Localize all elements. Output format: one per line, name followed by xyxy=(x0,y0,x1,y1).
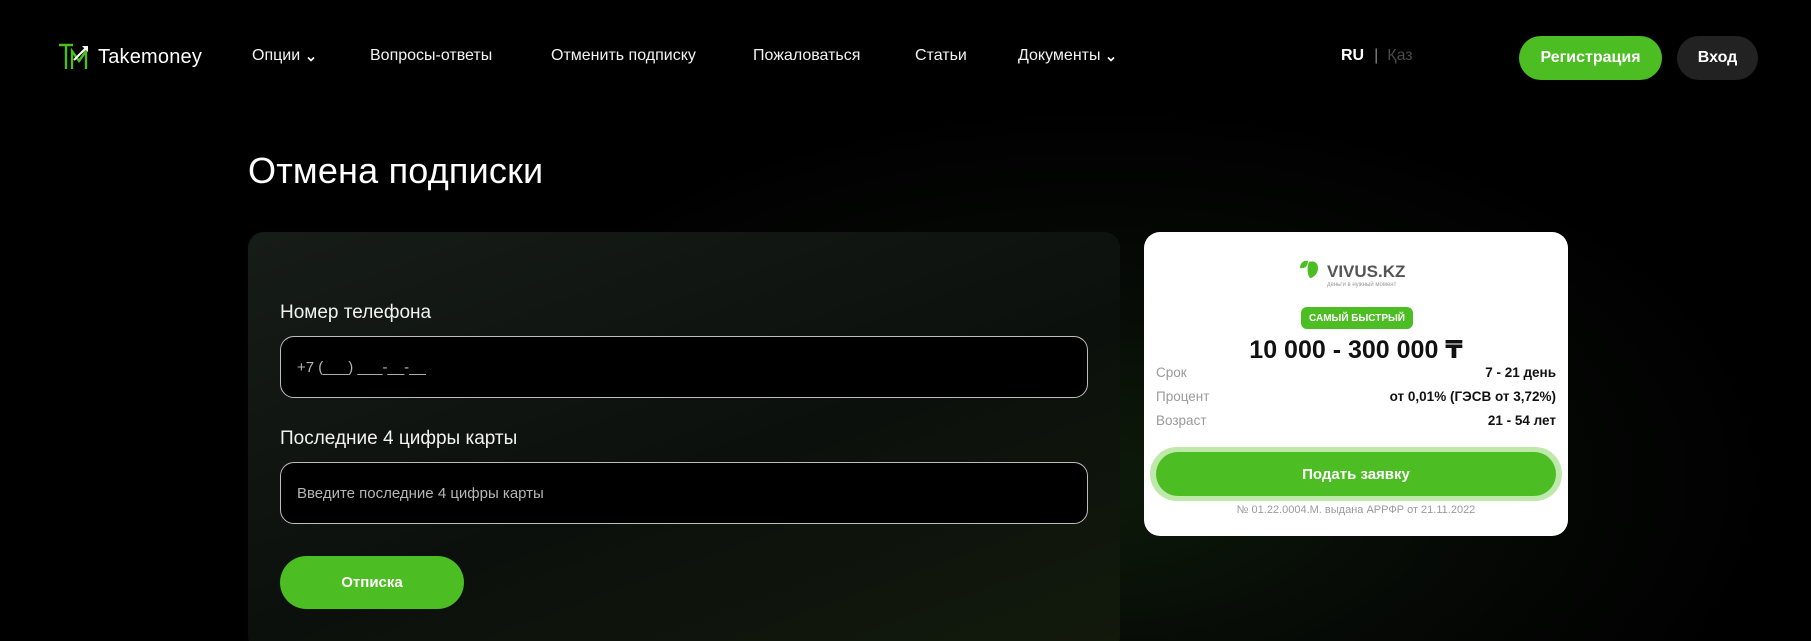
vivus-logo-tagline: деньги в нужный момент xyxy=(1327,281,1397,288)
site-header: Takemoney Опции Вопросы-ответы Отменить … xyxy=(0,0,1811,96)
license-text: № 01.22.0004.М. выдана АРРФР от 21.11.20… xyxy=(1236,504,1476,516)
nav-item-articles[interactable]: Статьи xyxy=(915,47,967,65)
nav-item-cancel-subscription[interactable]: Отменить подписку xyxy=(551,47,696,65)
phone-label: Номер телефона xyxy=(280,302,432,323)
chevron-down-icon xyxy=(306,51,316,62)
register-button[interactable]: Регистрация xyxy=(1519,36,1662,80)
loan-offer-card: VIVUS.KZ деньги в нужный момент САМЫЙ БЫ… xyxy=(1144,232,1568,536)
card-digits-placeholder: Введите последние 4 цифры карты xyxy=(297,484,544,502)
logo-text: Takemoney xyxy=(98,45,203,68)
page-title: Отмена подписки xyxy=(248,150,544,191)
nav-item-options[interactable]: Опции xyxy=(252,47,316,65)
nav-item-label: Пожаловаться xyxy=(753,47,861,64)
chevron-down-icon xyxy=(1106,51,1116,62)
offer-row-key: Процент xyxy=(1156,388,1210,404)
offer-row-value: от 0,01% (ГЭСВ от 3,72%) xyxy=(1389,388,1556,404)
fastest-badge: САМЫЙ БЫСТРЫЙ xyxy=(1301,307,1413,329)
apply-button[interactable]: Подать заявку xyxy=(1156,452,1556,496)
offer-row-key: Срок xyxy=(1156,364,1187,380)
page: Takemoney Опции Вопросы-ответы Отменить … xyxy=(0,0,1811,641)
loan-amount: 10 000 - 300 000 ₸ xyxy=(1249,336,1463,364)
offer-row-term: Срок 7 - 21 день xyxy=(1156,362,1556,382)
login-button[interactable]: Вход xyxy=(1677,36,1758,80)
phone-placeholder: +7 (___) ___-__-__ xyxy=(297,358,426,376)
language-switcher: RU | Қаз xyxy=(1341,47,1413,65)
nav-item-faq[interactable]: Вопросы-ответы xyxy=(370,47,492,65)
unsubscribe-form: Номер телефона +7 (___) ___-__-__ Послед… xyxy=(248,232,1120,641)
nav-item-documents[interactable]: Документы xyxy=(1018,47,1116,65)
nav-item-label: Вопросы-ответы xyxy=(370,47,493,64)
unsubscribe-button[interactable]: Отписка xyxy=(280,556,464,609)
phone-input[interactable]: +7 (___) ___-__-__ xyxy=(280,336,1088,398)
offer-row-value: 21 - 54 лет xyxy=(1487,412,1556,428)
lang-kz[interactable]: Қаз xyxy=(1387,47,1412,65)
offer-row-value: 7 - 21 день xyxy=(1485,364,1556,380)
takemoney-logo-icon xyxy=(58,42,94,72)
offer-row-rate: Процент от 0,01% (ГЭСВ от 3,72%) xyxy=(1156,386,1556,406)
offer-row-key: Возраст xyxy=(1156,412,1207,428)
vivus-logo[interactable]: VIVUS.KZ деньги в нужный момент xyxy=(1296,258,1426,288)
card-digits-label: Последние 4 цифры карты xyxy=(280,428,518,449)
lang-separator: | xyxy=(1374,47,1379,64)
lang-ru[interactable]: RU xyxy=(1341,47,1364,65)
nav-item-label: Статьи xyxy=(915,47,967,64)
nav-item-complain[interactable]: Пожаловаться xyxy=(753,47,860,65)
offer-row-age: Возраст 21 - 54 лет xyxy=(1156,410,1556,430)
vivus-logo-text: VIVUS.KZ xyxy=(1327,262,1405,281)
nav-item-label: Отменить подписку xyxy=(551,47,696,64)
card-digits-input[interactable]: Введите последние 4 цифры карты xyxy=(280,462,1088,524)
logo[interactable]: Takemoney xyxy=(58,42,202,72)
nav-item-label: Документы xyxy=(1018,47,1101,64)
nav-item-label: Опции xyxy=(252,47,301,64)
